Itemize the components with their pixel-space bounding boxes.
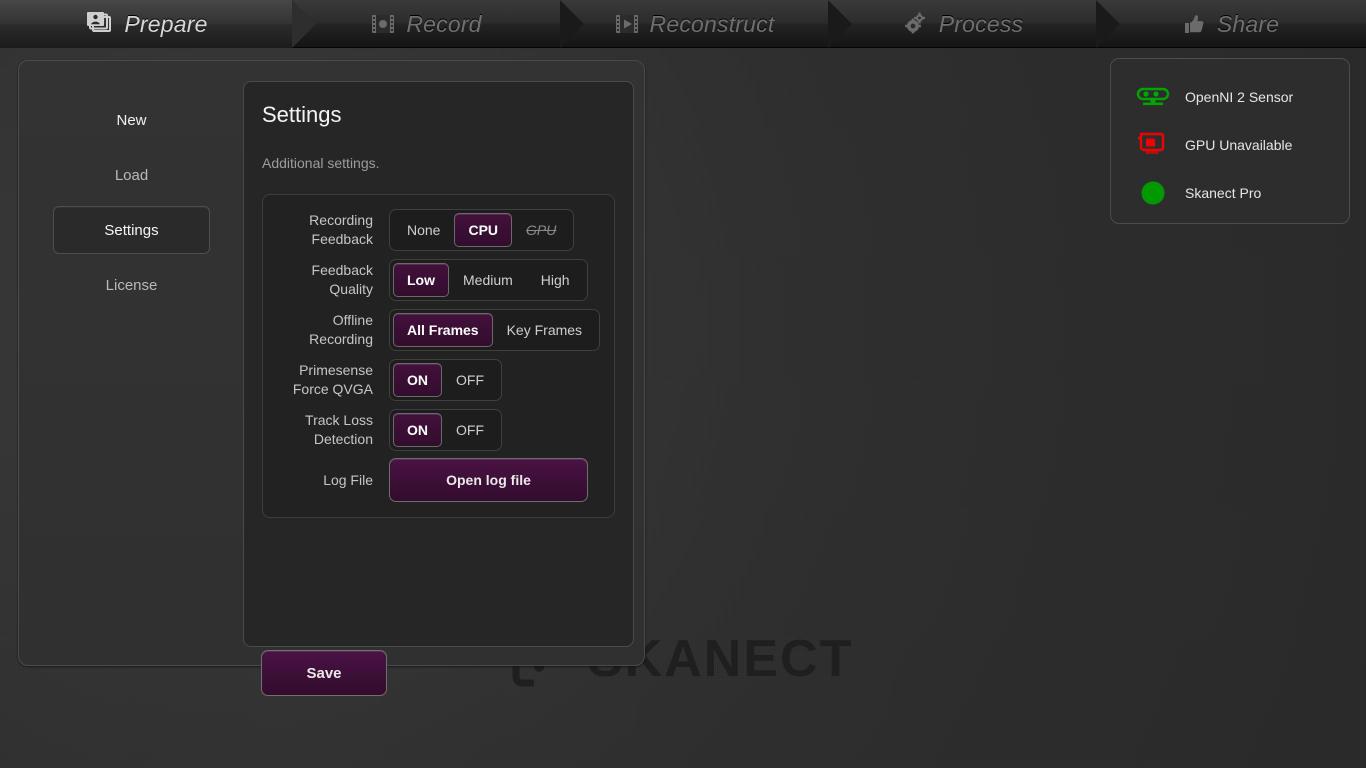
- option-key-frames[interactable]: Key Frames: [493, 313, 596, 347]
- setting-row-recording-feedback: Recording Feedback None CPU GPU: [263, 205, 614, 255]
- tab-record-label: Record: [406, 10, 482, 37]
- option-off[interactable]: OFF: [442, 413, 498, 447]
- setting-label-line1: Primesense: [299, 362, 373, 378]
- status-panel: OpenNI 2 Sensor GPU Unavailable Skanect …: [1110, 58, 1350, 224]
- sidebar-item-label: Load: [114, 166, 149, 184]
- status-label: GPU Unavailable: [1185, 137, 1293, 153]
- sensor-icon: [1133, 86, 1173, 108]
- setting-label: Track Loss Detection: [263, 411, 389, 449]
- gears-icon: [901, 11, 929, 37]
- segmented-control-track-loss-detection: ON OFF: [389, 409, 502, 451]
- setting-row-log-file: Log File Open log file: [263, 455, 614, 505]
- sidebar-item-settings[interactable]: Settings: [53, 206, 210, 254]
- setting-label-line1: Recording: [309, 212, 373, 228]
- segmented-control-primesense-force-qvga: ON OFF: [389, 359, 502, 401]
- tab-prepare-label: Prepare: [124, 10, 208, 37]
- tab-reconstruct-label: Reconstruct: [649, 10, 775, 37]
- graphics-card-icon: [1133, 132, 1173, 158]
- option-all-frames[interactable]: All Frames: [393, 313, 493, 347]
- setting-label: Offline Recording: [263, 311, 389, 349]
- tab-share[interactable]: Share: [1096, 0, 1364, 48]
- setting-label-line2: Quality: [329, 281, 373, 297]
- setting-label: Feedback Quality: [263, 261, 389, 299]
- film-play-icon: [614, 12, 640, 36]
- sidebar-item-label: License: [105, 276, 158, 294]
- option-low[interactable]: Low: [393, 263, 449, 297]
- top-navigation-bar: Prepare Record Reconstruct Process Share: [0, 0, 1366, 48]
- tab-process[interactable]: Process: [828, 0, 1120, 48]
- status-row-license: Skanect Pro: [1111, 169, 1349, 217]
- save-button[interactable]: Save: [261, 650, 387, 696]
- setting-row-offline-recording: Offline Recording All Frames Key Frames: [263, 305, 614, 355]
- status-row-gpu: GPU Unavailable: [1111, 121, 1349, 169]
- tab-share-label: Share: [1216, 10, 1280, 37]
- setting-label-line2: Feedback: [311, 231, 373, 247]
- tab-prepare[interactable]: Prepare: [0, 0, 316, 48]
- segmented-control-feedback-quality: Low Medium High: [389, 259, 588, 301]
- setting-label-line2: Recording: [309, 331, 373, 347]
- settings-panel: Settings Additional settings. Recording …: [243, 81, 634, 647]
- option-off[interactable]: OFF: [442, 363, 498, 397]
- sidebar-item-license[interactable]: License: [53, 261, 210, 309]
- page-title: Settings: [262, 102, 342, 127]
- thumbs-up-icon: [1181, 12, 1207, 36]
- tab-reconstruct[interactable]: Reconstruct: [560, 0, 852, 48]
- option-on[interactable]: ON: [393, 363, 442, 397]
- tab-arrow: [560, 0, 584, 48]
- setting-row-feedback-quality: Feedback Quality Low Medium High: [263, 255, 614, 305]
- open-log-file-button[interactable]: Open log file: [389, 458, 588, 502]
- option-medium[interactable]: Medium: [449, 263, 527, 297]
- tab-arrow: [1096, 0, 1120, 48]
- sidebar-item-label: Settings: [104, 221, 159, 239]
- setting-label-line1: Feedback: [311, 262, 373, 278]
- option-cpu[interactable]: CPU: [454, 213, 513, 247]
- settings-group: Recording Feedback None CPU GPU Feedback…: [262, 194, 615, 518]
- option-high[interactable]: High: [527, 263, 584, 297]
- film-reel-icon: [370, 12, 396, 36]
- setting-row-track-loss-detection: Track Loss Detection ON OFF: [263, 405, 614, 455]
- tab-record[interactable]: Record: [292, 0, 584, 48]
- tab-process-label: Process: [938, 10, 1024, 37]
- setting-label-line1: Offline: [332, 312, 373, 328]
- segmented-control-offline-recording: All Frames Key Frames: [389, 309, 601, 351]
- option-gpu: GPU: [526, 222, 557, 238]
- setting-label: Log File: [323, 471, 373, 488]
- option-on[interactable]: ON: [393, 413, 442, 447]
- segmented-control-recording-feedback: None CPU GPU: [389, 209, 575, 251]
- panel-subtitle: Additional settings.: [262, 155, 380, 171]
- status-label: OpenNI 2 Sensor: [1185, 89, 1294, 105]
- photos-icon: [84, 11, 114, 37]
- setting-label-line2: Detection: [313, 431, 373, 447]
- sidebar-item-label: New: [116, 111, 147, 129]
- status-label: Skanect Pro: [1185, 185, 1262, 201]
- green-dot-icon: [1133, 180, 1173, 206]
- prepare-panel: New Load Settings License Settings Addit…: [18, 60, 645, 696]
- option-none[interactable]: None: [393, 213, 454, 247]
- setting-label-line2: Force QVGA: [292, 381, 373, 397]
- sidebar-item-new[interactable]: New: [53, 96, 210, 144]
- setting-row-primesense-force-qvga: Primesense Force QVGA ON OFF: [263, 355, 614, 405]
- prepare-sidebar: New Load Settings License: [19, 61, 244, 316]
- tab-arrow: [828, 0, 852, 48]
- setting-label: Recording Feedback: [263, 211, 389, 249]
- setting-label: Primesense Force QVGA: [263, 361, 389, 399]
- sidebar-item-load[interactable]: Load: [53, 151, 210, 199]
- status-row-sensor: OpenNI 2 Sensor: [1111, 73, 1349, 121]
- tab-arrow: [292, 0, 316, 48]
- setting-label-line1: Track Loss: [305, 412, 373, 428]
